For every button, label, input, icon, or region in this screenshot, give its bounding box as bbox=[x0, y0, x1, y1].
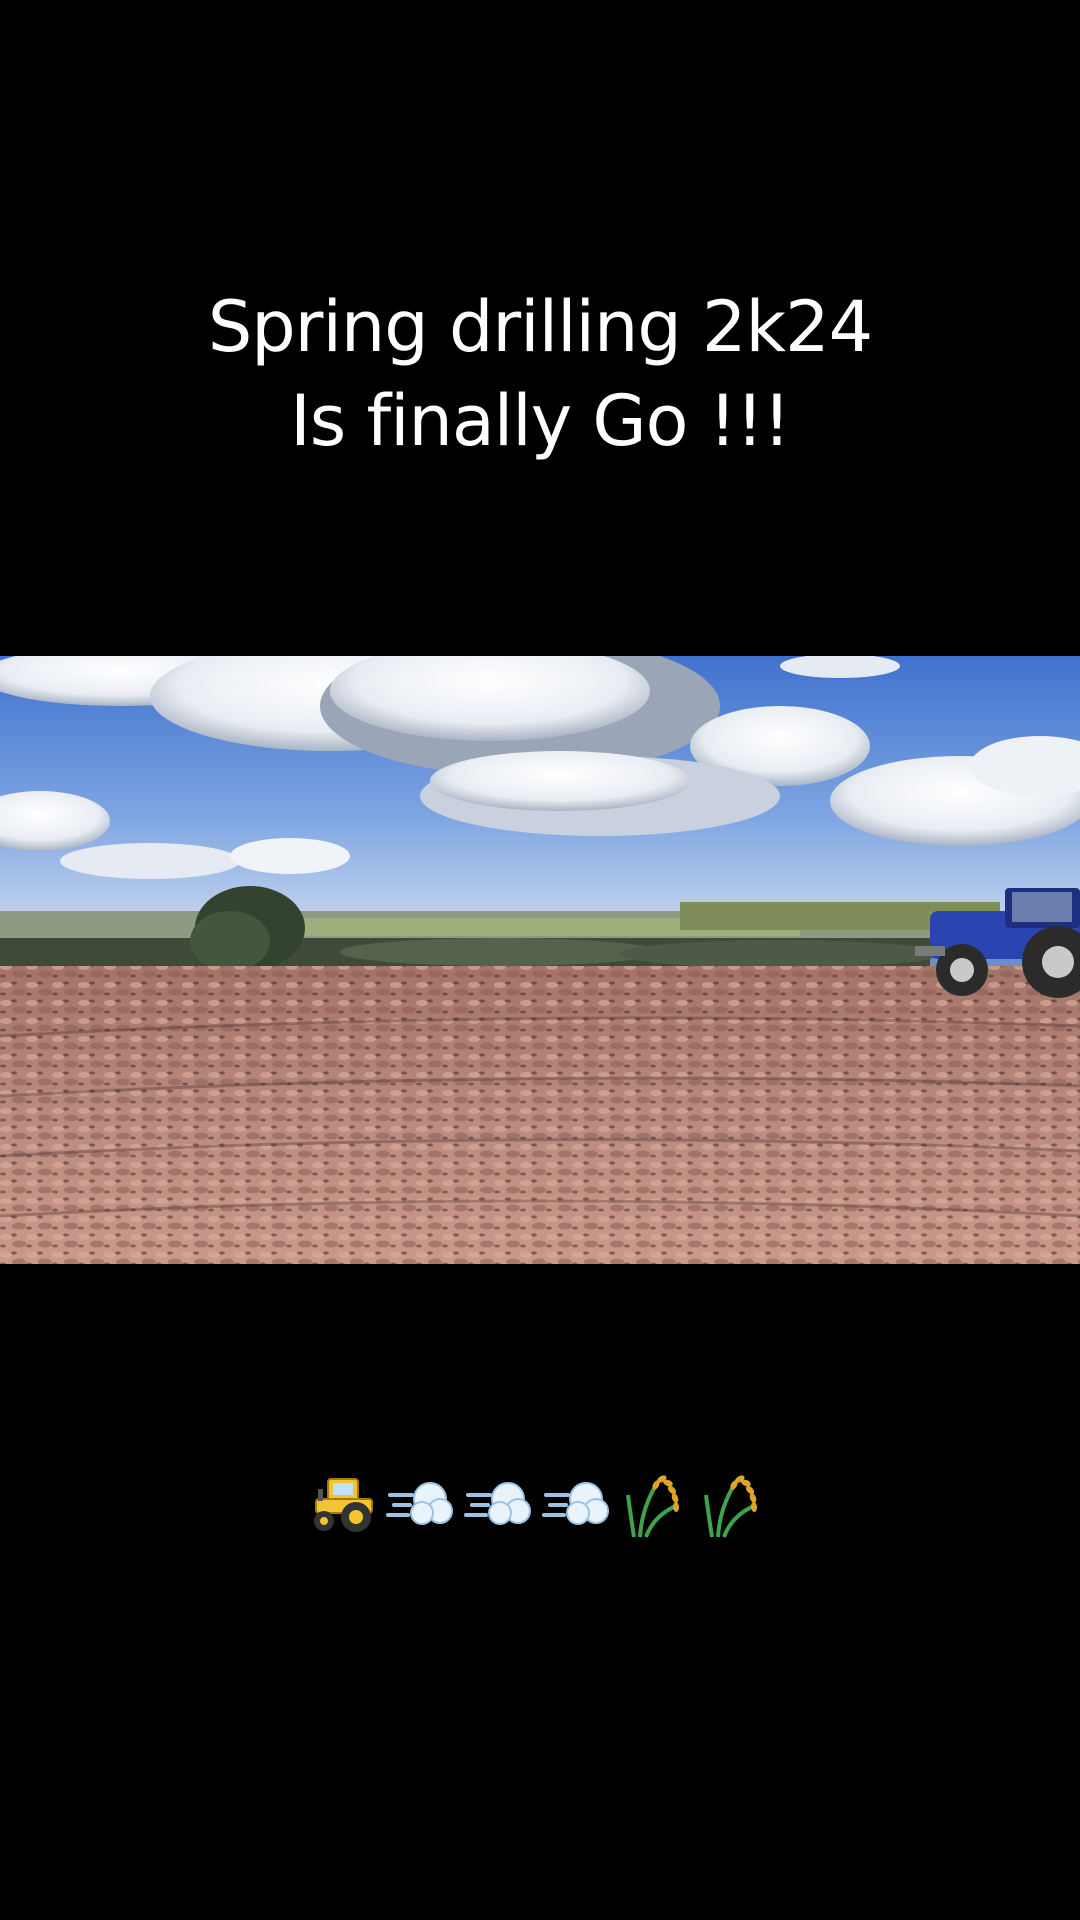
caption-line-1: Spring drilling 2k24 bbox=[207, 286, 873, 368]
video-frame[interactable] bbox=[0, 656, 1080, 1264]
tractor-icon bbox=[308, 1465, 382, 1539]
caption-line-2: Is finally Go !!! bbox=[290, 380, 791, 462]
emoji-caption bbox=[0, 1460, 1080, 1544]
dash-cloud-icon bbox=[386, 1465, 460, 1539]
dash-cloud-icon bbox=[464, 1465, 538, 1539]
rice-sheaf-icon bbox=[620, 1465, 694, 1539]
video-post-screen: Spring drilling 2k24 Is finally Go !!! bbox=[0, 0, 1080, 1920]
dash-cloud-icon bbox=[542, 1465, 616, 1539]
rice-sheaf-icon bbox=[698, 1465, 772, 1539]
caption-overlay: Spring drilling 2k24 Is finally Go !!! bbox=[0, 280, 1080, 468]
field-scene bbox=[0, 656, 1080, 1264]
